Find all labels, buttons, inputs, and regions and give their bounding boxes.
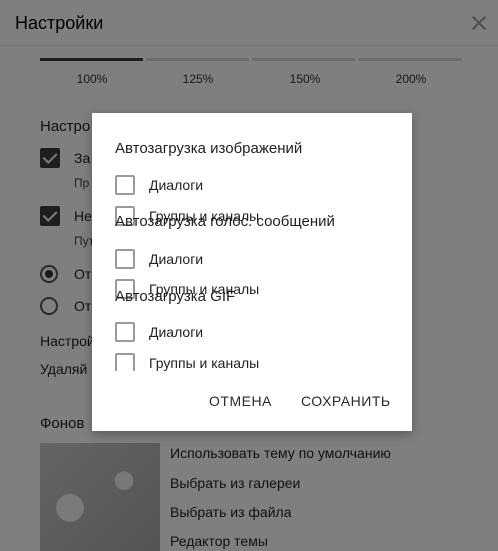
gif-groups-label[interactable]: Группы и каналы: [149, 355, 259, 371]
dialog-scroll-area[interactable]: Автозагрузка изображений Диалоги Группы …: [92, 113, 412, 371]
gif-dialogs-checkbox[interactable]: [115, 322, 135, 342]
images-dialogs-label[interactable]: Диалоги: [149, 177, 203, 193]
images-dialogs-checkbox[interactable]: [115, 175, 135, 195]
images-heading: Автозагрузка изображений: [115, 140, 303, 157]
gif-groups-checkbox[interactable]: [115, 353, 135, 371]
autoload-dialog: Автозагрузка изображений Диалоги Группы …: [92, 113, 412, 431]
gif-heading: Автозагрузка GIF: [115, 288, 236, 305]
voice-dialogs-checkbox[interactable]: [115, 249, 135, 269]
voice-dialogs-label[interactable]: Диалоги: [149, 251, 203, 267]
gif-dialogs-label[interactable]: Диалоги: [149, 324, 203, 340]
save-button[interactable]: СОХРАНИТЬ: [301, 393, 391, 409]
cancel-button[interactable]: ОТМЕНА: [209, 393, 272, 409]
voice-heading: Автозагрузка голос. сообщений: [115, 213, 335, 230]
